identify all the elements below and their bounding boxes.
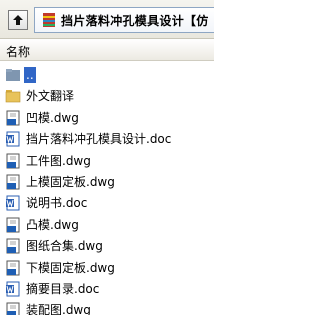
word-doc-icon bbox=[6, 195, 20, 211]
list-item-label: 外文翻译 bbox=[26, 89, 75, 104]
list-item-label: 挡片落料冲孔模具设计.doc bbox=[26, 132, 172, 147]
list-item[interactable]: 图纸合集.dwg bbox=[0, 235, 214, 256]
up-arrow-icon bbox=[13, 15, 23, 25]
list-item-label: 工件图.dwg bbox=[26, 153, 91, 168]
list-item[interactable]: 下模固定板.dwg bbox=[0, 257, 214, 278]
list-item-label: 摘要目录.doc bbox=[26, 281, 100, 296]
list-item[interactable]: 装配图.dwg bbox=[0, 299, 214, 315]
column-header-label: 名称 bbox=[6, 45, 31, 59]
list-item-parent[interactable]: .. bbox=[0, 64, 214, 85]
dwg-file-icon bbox=[6, 217, 20, 233]
list-item-label: 说明书.doc bbox=[26, 196, 88, 211]
list-item-label: 下模固定板.dwg bbox=[26, 260, 115, 275]
archive-icon bbox=[43, 13, 55, 27]
word-doc-icon bbox=[6, 281, 20, 297]
column-header-name[interactable]: 名称 bbox=[0, 39, 214, 61]
list-item-label: 凹模.dwg bbox=[26, 110, 79, 125]
toolbar: 挡片落料冲孔模具设计【仿 bbox=[0, 0, 214, 39]
list-item-label: 图纸合集.dwg bbox=[26, 239, 103, 254]
list-item[interactable]: 挡片落料冲孔模具设计.doc bbox=[0, 128, 214, 149]
dwg-file-icon bbox=[6, 110, 20, 126]
list-item[interactable]: 说明书.doc bbox=[0, 192, 214, 213]
folder-icon bbox=[5, 90, 21, 103]
list-item-label: .. bbox=[24, 67, 36, 83]
parent-folder-icon bbox=[6, 69, 20, 81]
word-doc-icon bbox=[6, 131, 20, 147]
list-item[interactable]: 上模固定板.dwg bbox=[0, 171, 214, 192]
file-list: .. 外文翻译 凹模.dwg 挡片落料冲孔模具设计.doc 工件图.dwg 上模… bbox=[0, 64, 214, 315]
list-item-label: 上模固定板.dwg bbox=[26, 174, 115, 189]
dwg-file-icon bbox=[6, 174, 20, 190]
list-item[interactable]: 摘要目录.doc bbox=[0, 278, 214, 299]
list-item[interactable]: 外文翻译 bbox=[0, 85, 214, 106]
list-item[interactable]: 凹模.dwg bbox=[0, 107, 214, 128]
list-item[interactable]: 凸模.dwg bbox=[0, 214, 214, 235]
list-item-label: 装配图.dwg bbox=[26, 303, 91, 315]
dwg-file-icon bbox=[6, 260, 20, 276]
file-browser-window: 挡片落料冲孔模具设计【仿 名称 .. 外文翻译 凹模.dwg 挡片落料冲孔模具设… bbox=[0, 0, 214, 315]
list-item[interactable]: 工件图.dwg bbox=[0, 150, 214, 171]
address-path: 挡片落料冲孔模具设计【仿 bbox=[61, 14, 209, 28]
address-bar[interactable]: 挡片落料冲孔模具设计【仿 bbox=[34, 7, 214, 33]
up-folder-button[interactable] bbox=[8, 10, 28, 30]
dwg-file-icon bbox=[6, 238, 20, 254]
list-item-label: 凸模.dwg bbox=[26, 217, 79, 232]
dwg-file-icon bbox=[6, 302, 20, 315]
dwg-file-icon bbox=[6, 153, 20, 169]
